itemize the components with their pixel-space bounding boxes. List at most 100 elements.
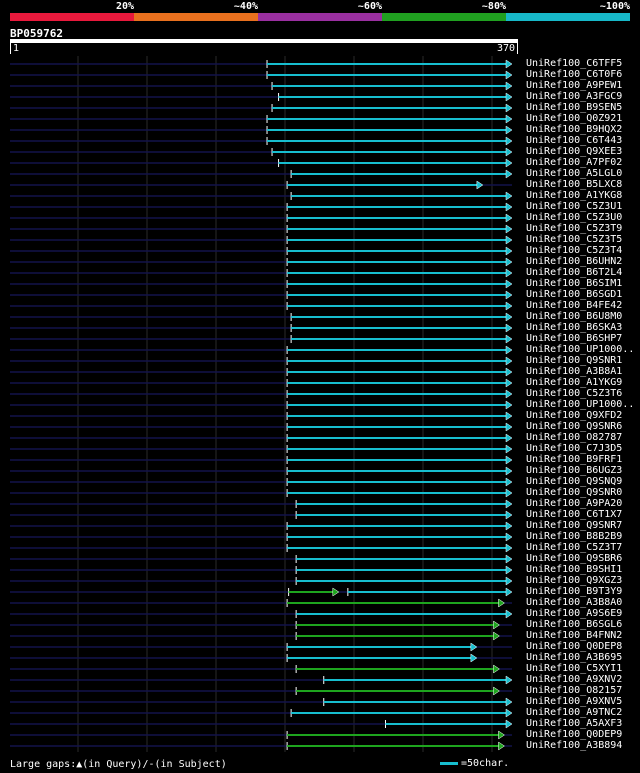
hit-label[interactable]: UniRef100_B6SHP7: [526, 333, 638, 344]
hit-label[interactable]: UniRef100_A9S6E9: [526, 608, 638, 619]
hit-label[interactable]: UniRef100_C5XYI1: [526, 663, 638, 674]
hit-label[interactable]: UniRef100_C6T1X7: [526, 509, 638, 520]
hit-label[interactable]: UniRef100_UP1000..: [526, 344, 638, 355]
hit-arrow-icon: [505, 70, 513, 80]
hit-arrow-icon: [505, 257, 513, 267]
hit-label[interactable]: UniRef100_C6TFF5: [526, 58, 638, 69]
hit-label[interactable]: UniRef100_A9XNV5: [526, 696, 638, 707]
hit-arrow-icon: [505, 279, 513, 289]
hit-label[interactable]: UniRef100_A5LGL0: [526, 168, 638, 179]
hit-label[interactable]: UniRef100_B6SIM1: [526, 278, 638, 289]
hit-label[interactable]: UniRef100_B9SHI1: [526, 564, 638, 575]
hit-label[interactable]: UniRef100_A7PF02: [526, 157, 638, 168]
hit-label[interactable]: UniRef100_Q0DEP8: [526, 641, 638, 652]
hit-label[interactable]: UniRef100_Q9SNR1: [526, 355, 638, 366]
hit-arrow-icon: [505, 444, 513, 454]
hit-label[interactable]: UniRef100_B6SGL6: [526, 619, 638, 630]
hit-label[interactable]: UniRef100_A5AXF3: [526, 718, 638, 729]
hit-label[interactable]: UniRef100_B4FNN2: [526, 630, 638, 641]
hit-label[interactable]: UniRef100_B4FE42: [526, 300, 638, 311]
hit-label[interactable]: UniRef100_Q0Z921: [526, 113, 638, 124]
hit-arrow-icon: [505, 147, 513, 157]
hit-label[interactable]: UniRef100_A1YKG8: [526, 190, 638, 201]
hit-label[interactable]: UniRef100_Q9SNR7: [526, 520, 638, 531]
hit-label[interactable]: UniRef100_Q9SBR6: [526, 553, 638, 564]
hit-label[interactable]: UniRef100_A3B8A1: [526, 366, 638, 377]
hit-label[interactable]: UniRef100_B6SGD1: [526, 289, 638, 300]
hit-arrow-icon: [505, 433, 513, 443]
hit-arrow-icon: [505, 268, 513, 278]
hit-label[interactable]: UniRef100_Q9SNR6: [526, 421, 638, 432]
hit-label[interactable]: UniRef100_B6SKA3: [526, 322, 638, 333]
hit-label[interactable]: UniRef100_C6T443: [526, 135, 638, 146]
hit-arrow-icon: [505, 389, 513, 399]
hit-arrow-icon: [332, 587, 340, 597]
hit-label[interactable]: UniRef100_A1YKG9: [526, 377, 638, 388]
hit-arrow-icon: [493, 631, 500, 641]
hit-arrow-icon: [505, 114, 513, 124]
hit-arrow-icon: [505, 323, 513, 333]
hit-label[interactable]: UniRef100_Q9XGZ3: [526, 575, 638, 586]
hit-arrow-icon: [505, 521, 513, 531]
hit-label[interactable]: UniRef100_C5Z3T6: [526, 388, 638, 399]
hit-arrow-icon: [505, 92, 513, 102]
hit-arrow-icon: [476, 180, 484, 190]
hit-label[interactable]: UniRef100_A9PA20: [526, 498, 638, 509]
hit-label[interactable]: UniRef100_Q9SNQ9: [526, 476, 638, 487]
hit-arrow-icon: [493, 664, 500, 674]
hit-label[interactable]: UniRef100_Q9SNR0: [526, 487, 638, 498]
hit-arrow-icon: [505, 488, 513, 498]
hit-label[interactable]: UniRef100_A3B695: [526, 652, 638, 663]
hit-label[interactable]: UniRef100_C5Z3T9: [526, 223, 638, 234]
hit-arrow-icon: [470, 642, 478, 652]
hit-label[interactable]: UniRef100_C7J3D5: [526, 443, 638, 454]
hit-label[interactable]: UniRef100_A3B894: [526, 740, 638, 751]
hit-label[interactable]: UniRef100_Q9XEE3: [526, 146, 638, 157]
hit-arrow-icon: [505, 367, 513, 377]
hit-arrow-icon: [470, 653, 478, 663]
hit-label[interactable]: UniRef100_UP1000..: [526, 399, 638, 410]
hit-arrow-icon: [505, 466, 513, 476]
hit-label[interactable]: UniRef100_Q0DEP9: [526, 729, 638, 740]
hit-arrow-icon: [505, 499, 513, 509]
hit-label[interactable]: UniRef100_C5Z3T7: [526, 542, 638, 553]
hit-arrow-icon: [505, 81, 513, 91]
hit-label[interactable]: UniRef100_C5Z3U0: [526, 212, 638, 223]
hit-label[interactable]: UniRef100_B9SEN5: [526, 102, 638, 113]
hit-label[interactable]: UniRef100_O82157: [526, 685, 638, 696]
hit-arrow-icon: [498, 598, 505, 608]
hit-label[interactable]: UniRef100_B9FRF1: [526, 454, 638, 465]
hit-label[interactable]: UniRef100_B6UHN2: [526, 256, 638, 267]
hit-label[interactable]: UniRef100_B6U8M0: [526, 311, 638, 322]
hit-arrow-icon: [505, 103, 513, 113]
hit-label[interactable]: UniRef100_O82787: [526, 432, 638, 443]
hit-arrow-icon: [505, 235, 513, 245]
hit-arrow-icon: [505, 191, 513, 201]
hit-label[interactable]: UniRef100_B6UGZ3: [526, 465, 638, 476]
hit-label[interactable]: UniRef100_B8B2B9: [526, 531, 638, 542]
hit-label[interactable]: UniRef100_A3FGC9: [526, 91, 638, 102]
hit-arrow-icon: [505, 587, 513, 597]
hit-label[interactable]: UniRef100_Q9XFD2: [526, 410, 638, 421]
hit-label[interactable]: UniRef100_C5Z3T4: [526, 245, 638, 256]
hit-label[interactable]: UniRef100_A9TNC2: [526, 707, 638, 718]
hit-arrow-icon: [505, 136, 513, 146]
hit-arrow-icon: [505, 554, 513, 564]
hit-label[interactable]: UniRef100_C5Z3T5: [526, 234, 638, 245]
hit-label[interactable]: UniRef100_A3B8A0: [526, 597, 638, 608]
hit-label[interactable]: UniRef100_B5LXC8: [526, 179, 638, 190]
hit-label[interactable]: UniRef100_A9XNV2: [526, 674, 638, 685]
hit-arrow-icon: [505, 378, 513, 388]
hit-arrow-icon: [498, 730, 505, 740]
hit-arrow-icon: [505, 609, 513, 619]
gaps-legend: Large gaps:▲(in Query)/-(in Subject): [10, 759, 227, 770]
hit-label[interactable]: UniRef100_C6T0F6: [526, 69, 638, 80]
hit-label[interactable]: UniRef100_B9HQX2: [526, 124, 638, 135]
hit-label[interactable]: UniRef100_B9T3Y9: [526, 586, 638, 597]
hit-label[interactable]: UniRef100_B6T2L4: [526, 267, 638, 278]
scale-legend-text: =50char.: [461, 758, 510, 769]
hit-arrow-icon: [505, 345, 513, 355]
hit-label[interactable]: UniRef100_C5Z3U1: [526, 201, 638, 212]
hit-arrow-icon: [505, 543, 513, 553]
hit-label[interactable]: UniRef100_A9PEW1: [526, 80, 638, 91]
